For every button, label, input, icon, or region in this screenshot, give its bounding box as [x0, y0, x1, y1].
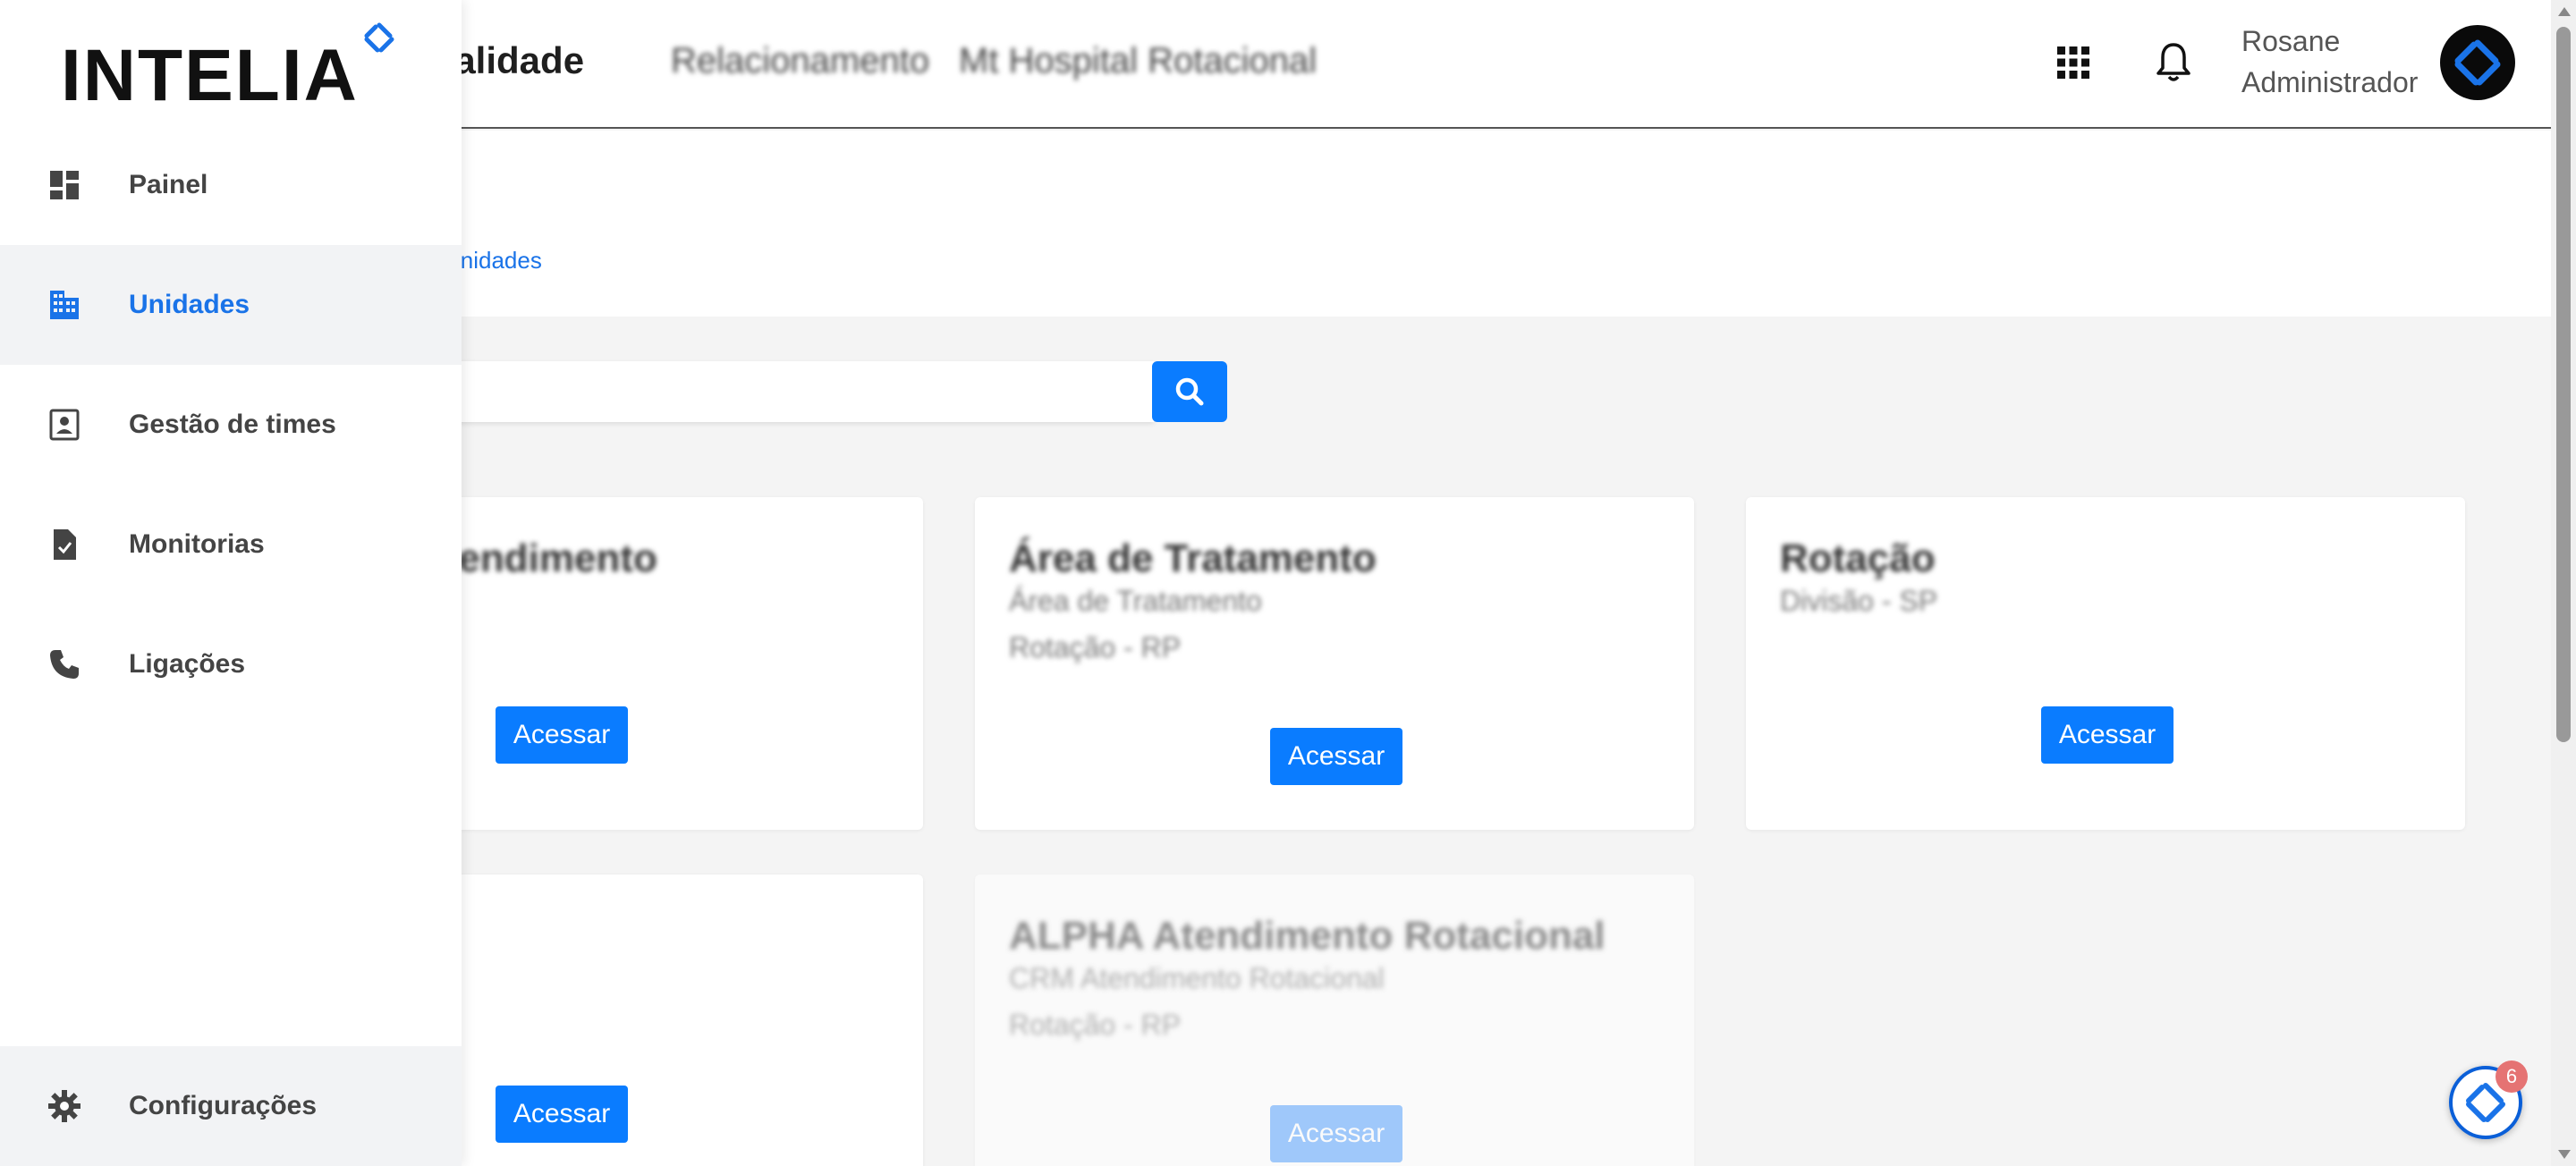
sidebar-item-unidades[interactable]: Unidades — [0, 245, 462, 365]
header-context-blurred[interactable]: Relacionamento — [671, 41, 929, 81]
scroll-thumb[interactable] — [2556, 27, 2571, 742]
sidebar-item-label: Painel — [129, 170, 208, 199]
gear-icon — [48, 1090, 80, 1122]
unit-card: Rotação Divisão - SP Acessar — [1746, 497, 2465, 830]
sidebar-item-gestao-de-times[interactable]: Gestão de times — [0, 365, 462, 485]
user-name: Rosane — [2241, 25, 2341, 57]
avatar[interactable] — [2440, 25, 2515, 100]
sidebar-item-label: Configurações — [129, 1091, 318, 1120]
sidebar-item-label: Monitorias — [129, 529, 265, 559]
sidebar-item-label: Gestão de times — [129, 410, 336, 439]
unit-description: Divisão - SP — [1780, 585, 1938, 617]
access-button[interactable]: Acessar — [1270, 1105, 1402, 1162]
contact-card-icon — [49, 409, 80, 441]
brand-diamond-icon — [2454, 39, 2501, 86]
unit-name: Área de Tratamento — [1009, 537, 1377, 580]
sidebar-item-monitorias[interactable]: Monitorias — [0, 485, 462, 604]
search-icon — [1175, 377, 1204, 406]
svg-text:INTELIA: INTELIA — [61, 35, 359, 111]
building-icon — [50, 291, 79, 319]
phone-icon — [50, 650, 79, 679]
access-button[interactable]: Acessar — [496, 706, 628, 764]
unit-card: Área de Tratamento Área de Tratamento Ro… — [975, 497, 1694, 830]
unit-name: ALPHA Atendimento Rotacional — [1009, 914, 1606, 958]
scroll-down-icon[interactable] — [2558, 1150, 2571, 1159]
bell-icon[interactable] — [2154, 41, 2193, 84]
unit-description: Área de Tratamento — [1009, 585, 1262, 617]
unit-card-disabled: ALPHA Atendimento Rotacional CRM Atendim… — [975, 874, 1694, 1166]
sidebar-item-label: Unidades — [129, 290, 250, 319]
brand-logo: INTELIA — [61, 22, 394, 111]
page-title: Qualidade — [402, 39, 585, 81]
sidebar-item-ligacoes[interactable]: Ligações — [0, 604, 462, 724]
unit-name: Rotação — [1780, 537, 1936, 580]
document-check-icon — [54, 529, 76, 560]
dashboard-icon — [50, 171, 79, 199]
access-button[interactable]: Acessar — [496, 1086, 628, 1143]
user-role: Administrador — [2241, 66, 2419, 98]
access-button[interactable]: Acessar — [1270, 728, 1402, 785]
sidebar-item-label: Ligações — [129, 649, 246, 679]
access-button[interactable]: Acessar — [2041, 706, 2174, 764]
sidebar-item-configuracoes[interactable]: Configurações — [0, 1046, 462, 1166]
sidebar: INTELIA Painel Unidades Gestão de times … — [0, 0, 462, 1166]
sidebar-item-painel[interactable]: Painel — [0, 125, 462, 245]
search-input[interactable] — [340, 361, 1154, 422]
unit-location: Rotação - RP — [1009, 631, 1182, 663]
page-scrollbar[interactable] — [2551, 0, 2576, 1166]
app: Qualidade Relacionamento Mt Hospital Rot… — [0, 0, 2576, 1166]
unit-description: CRM Atendimento Rotacional — [1009, 962, 1385, 994]
search-button[interactable] — [1152, 361, 1227, 422]
apps-grid-icon[interactable] — [2055, 45, 2091, 80]
notification-badge: 6 — [2496, 1060, 2528, 1093]
header-unit-blurred[interactable]: Mt Hospital Rotacional — [959, 41, 1317, 81]
scroll-up-icon[interactable] — [2558, 7, 2571, 16]
unit-location: Rotação - RP — [1009, 1009, 1182, 1041]
